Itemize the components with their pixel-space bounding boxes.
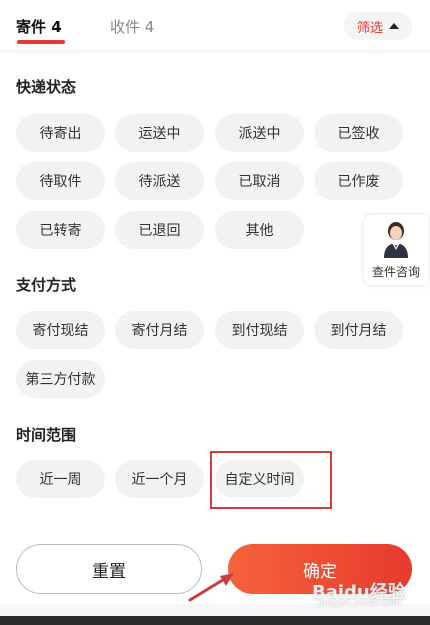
chip-status[interactable]: 待寄出	[16, 114, 105, 152]
chip-status[interactable]: 已签收	[314, 114, 403, 152]
chip-status[interactable]: 派送中	[215, 114, 304, 152]
chip-time[interactable]: 近一个月	[115, 460, 204, 498]
tab-bar: 寄件 4 收件 4 筛选	[0, 0, 430, 50]
filter-panel: 寄件 4 收件 4 筛选 快递状态 待寄出 运送中 派送中 已签收 待取件 待派…	[0, 0, 430, 625]
chip-payment[interactable]: 寄付现结	[16, 311, 105, 349]
consult-float-button[interactable]: 查件咨询	[364, 215, 428, 285]
chip-status[interactable]: 待派送	[115, 162, 204, 200]
tab-bar-shadow	[0, 50, 430, 56]
chip-time[interactable]: 近一周	[16, 460, 105, 498]
caret-up-icon	[389, 23, 399, 29]
watermark-subtext: jingyan.baidu.com	[318, 598, 402, 608]
section-title-time: 时间范围	[16, 426, 77, 444]
consult-label: 查件咨询	[371, 265, 420, 279]
section-title-payment: 支付方式	[16, 276, 77, 294]
chip-payment[interactable]: 到付月结	[314, 311, 403, 349]
bottom-edge	[0, 616, 430, 625]
chip-status[interactable]: 待取件	[16, 162, 105, 200]
active-tab-indicator	[17, 40, 65, 44]
chip-status[interactable]: 已作废	[314, 162, 403, 200]
section-title-status: 快递状态	[16, 78, 77, 96]
filter-label: 筛选	[356, 20, 383, 36]
reset-label: 重置	[92, 561, 126, 582]
tab-send[interactable]: 寄件 4	[16, 16, 62, 37]
watermark: Baidu经验 jingyan.baidu.com	[312, 574, 422, 608]
customer-service-avatar-icon	[384, 222, 408, 258]
annotation-arrow-icon	[188, 573, 234, 602]
filter-button[interactable]: 筛选	[344, 12, 412, 40]
chip-payment[interactable]: 到付现结	[215, 311, 304, 349]
chip-status[interactable]: 运送中	[115, 114, 204, 152]
chip-payment[interactable]: 寄付月结	[115, 311, 204, 349]
chip-status[interactable]: 已转寄	[16, 211, 105, 249]
chip-status[interactable]: 其他	[215, 211, 304, 249]
highlight-box	[210, 451, 332, 509]
chip-status[interactable]: 已取消	[215, 162, 304, 200]
chip-payment[interactable]: 第三方付款	[16, 360, 105, 398]
chip-status[interactable]: 已退回	[115, 211, 204, 249]
reset-button[interactable]: 重置	[16, 544, 202, 594]
tab-receive[interactable]: 收件 4	[110, 16, 154, 37]
